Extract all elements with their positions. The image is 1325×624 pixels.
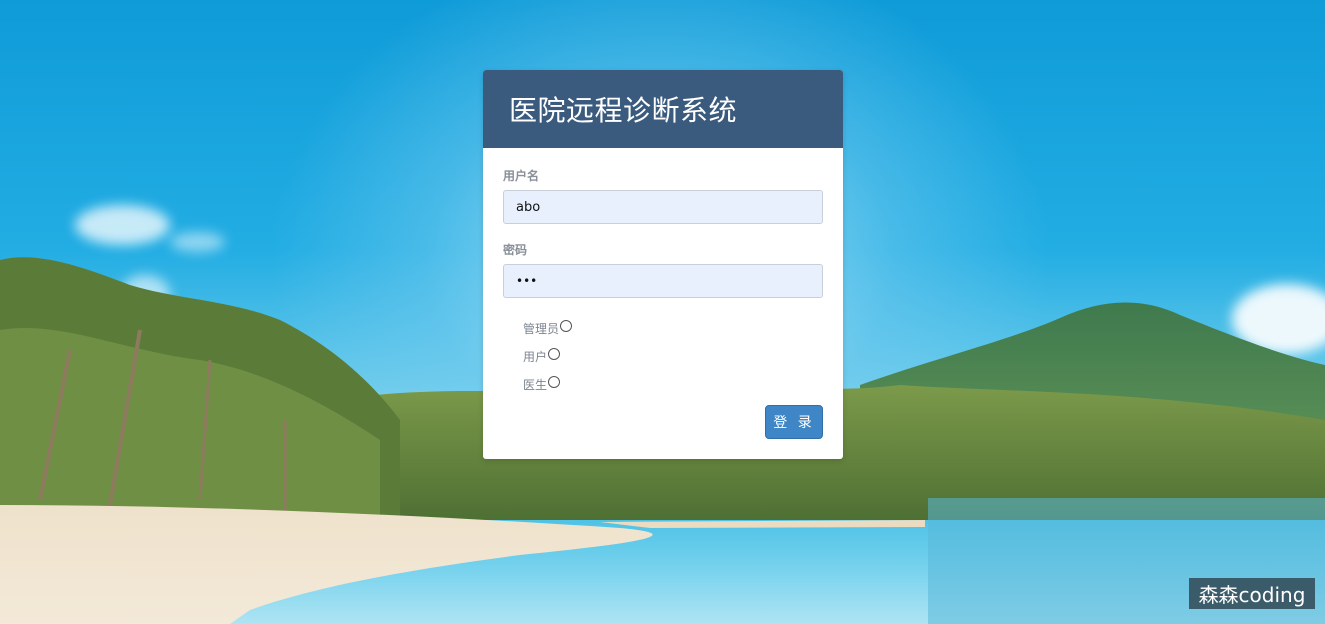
radio-button[interactable] <box>560 320 573 332</box>
login-card-header: 医院远程诊断系统 <box>483 70 843 148</box>
page-title: 医院远程诊断系统 <box>509 94 738 127</box>
radio-button[interactable] <box>548 348 561 360</box>
radio-button[interactable] <box>548 376 561 388</box>
password-group: 密码 <box>503 242 823 298</box>
role-option-label: 管理员 <box>523 321 560 336</box>
password-label: 密码 <box>503 243 528 257</box>
login-button[interactable]: 登 录 <box>765 405 823 439</box>
username-input[interactable] <box>503 190 823 224</box>
username-label: 用户名 <box>503 169 540 183</box>
login-card: 医院远程诊断系统 用户名 密码 管理员 用户 医生 登 录 <box>483 70 843 459</box>
watermark: 森森coding <box>1189 578 1315 609</box>
role-option-admin[interactable]: 管理员 <box>523 314 823 342</box>
username-group: 用户名 <box>503 168 823 224</box>
login-form: 用户名 密码 管理员 用户 医生 <box>483 148 843 398</box>
password-input[interactable] <box>503 264 823 298</box>
role-radio-group: 管理员 用户 医生 <box>503 314 823 398</box>
role-option-doctor[interactable]: 医生 <box>523 370 823 398</box>
role-option-label: 医生 <box>523 377 548 392</box>
role-option-user[interactable]: 用户 <box>523 342 823 370</box>
role-option-label: 用户 <box>523 349 548 364</box>
